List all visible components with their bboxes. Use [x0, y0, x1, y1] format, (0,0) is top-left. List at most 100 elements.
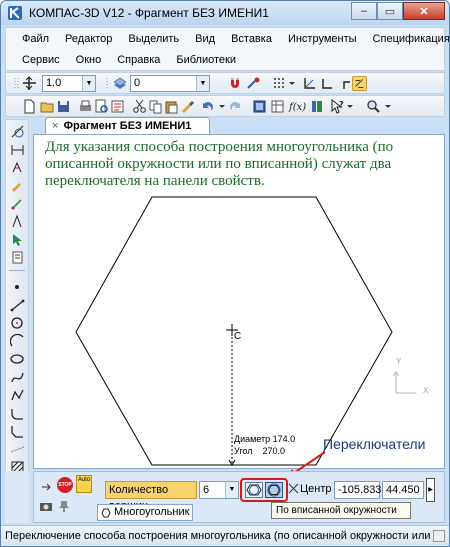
- fillet-icon[interactable]: [10, 406, 25, 421]
- parametric-mode-icon[interactable]: [352, 76, 367, 91]
- polyline-icon[interactable]: [10, 388, 25, 403]
- center-point-label: C: [234, 331, 242, 342]
- center-x-field[interactable]: -105.833: [334, 481, 382, 499]
- center-y-field[interactable]: 44.450: [382, 481, 424, 499]
- chevron-down-icon[interactable]: [384, 99, 392, 114]
- print-icon[interactable]: [78, 99, 93, 114]
- camera-icon[interactable]: [39, 499, 53, 513]
- layers-icon[interactable]: [112, 76, 127, 91]
- circumscribed-circle-toggle[interactable]: [245, 482, 263, 498]
- panel-scroll-right-button[interactable]: ▶: [426, 478, 435, 502]
- measure-icon[interactable]: [10, 214, 25, 229]
- coordinate-axes-icon: [392, 371, 416, 394]
- spline-icon[interactable]: [10, 370, 25, 385]
- document-tab[interactable]: × Фрагмент БЕЗ ИМЕНИ1: [45, 117, 210, 135]
- parametrization-icon[interactable]: [10, 196, 25, 211]
- print-preview-icon[interactable]: [94, 99, 109, 114]
- auto-create-button[interactable]: Auto: [76, 475, 92, 493]
- symbols-icon[interactable]: [10, 160, 25, 175]
- menu-help[interactable]: Справка: [109, 52, 168, 68]
- editing-icon[interactable]: [10, 178, 25, 193]
- variables-icon[interactable]: [270, 99, 285, 114]
- menu-service[interactable]: Сервис: [14, 52, 68, 68]
- compact-panel: [5, 119, 29, 501]
- vertex-count-value: 6: [203, 484, 210, 496]
- cross-icon[interactable]: [288, 483, 299, 494]
- ortho-mode-icon[interactable]: [320, 76, 335, 91]
- chevron-down-icon[interactable]: [218, 99, 226, 114]
- instruction-note: Для указания способа построения многоуго…: [45, 139, 394, 189]
- svg-text:?: ?: [339, 100, 344, 109]
- switches-callout: Переключатели: [323, 436, 426, 452]
- copy-icon[interactable]: [148, 99, 163, 114]
- chevron-down-icon[interactable]: ▼: [225, 482, 238, 498]
- properties-icon[interactable]: [110, 99, 125, 114]
- create-object-icon[interactable]: [39, 479, 55, 495]
- spec-icon[interactable]: [10, 250, 25, 265]
- undo-icon[interactable]: [200, 99, 215, 114]
- standard-toolbar: f(x) ?: [5, 95, 445, 117]
- menu-select[interactable]: Выделить: [120, 31, 187, 47]
- new-document-icon[interactable]: [22, 99, 37, 114]
- vertex-count-field[interactable]: 6 ▼: [199, 481, 239, 499]
- title-bar: КОМПАС-3D V12 - Фрагмент БЕЗ ИМЕНИ1 – ▭ …: [1, 1, 449, 25]
- help-pointer-icon[interactable]: ?: [330, 99, 345, 114]
- local-snap-icon[interactable]: [246, 76, 261, 91]
- tab-close-icon[interactable]: ×: [52, 118, 58, 134]
- svg-text:f(x): f(x): [288, 102, 306, 113]
- point-icon[interactable]: [10, 280, 25, 295]
- menu-file[interactable]: Файл: [14, 31, 57, 47]
- geometry-icon[interactable]: [10, 124, 25, 139]
- diameter-readout: Диаметр 174.0: [234, 434, 296, 444]
- redo-icon[interactable]: [228, 99, 243, 114]
- grid-icon[interactable]: [272, 76, 287, 91]
- menu-view[interactable]: Вид: [187, 31, 223, 47]
- pin-icon[interactable]: [57, 499, 71, 513]
- dimensions-icon[interactable]: [10, 142, 25, 157]
- menu-editor[interactable]: Редактор: [57, 31, 120, 47]
- chevron-down-icon[interactable]: [288, 76, 296, 91]
- menu-specification[interactable]: Спецификация: [365, 31, 449, 47]
- fx-icon[interactable]: f(x): [288, 99, 306, 114]
- step-dropdown[interactable]: 1.0 ▼: [42, 75, 96, 92]
- center-x-value: -105.833: [338, 484, 382, 496]
- format-painter-icon[interactable]: [180, 99, 195, 114]
- current-state-toolbar: 1.0 ▼ 0 ▼: [5, 72, 445, 94]
- cut-icon[interactable]: [132, 99, 147, 114]
- inscribed-circle-toggle[interactable]: [265, 482, 283, 498]
- layer-dropdown[interactable]: 0 ▼: [130, 75, 210, 92]
- ellipse-icon[interactable]: [10, 352, 25, 367]
- circle-tool-icon[interactable]: [10, 316, 25, 331]
- manager-icon[interactable]: [252, 99, 267, 114]
- save-icon[interactable]: [56, 99, 71, 114]
- polygon-panel-tab[interactable]: Многоугольник: [97, 504, 193, 521]
- chevron-down-icon[interactable]: [346, 99, 354, 114]
- arc-icon[interactable]: [10, 334, 25, 349]
- minimize-button[interactable]: –: [351, 2, 377, 20]
- auxiliary-line-icon[interactable]: [10, 442, 25, 457]
- paste-icon[interactable]: [164, 99, 179, 114]
- open-folder-icon[interactable]: [40, 99, 55, 114]
- menu-window[interactable]: Окно: [68, 52, 110, 68]
- tooltip: По вписанной окружности: [271, 502, 411, 519]
- segment-icon[interactable]: [10, 298, 25, 313]
- axis-x-label: X: [423, 386, 429, 395]
- selection-icon[interactable]: [10, 232, 25, 247]
- chevron-down-icon: ▼: [82, 76, 95, 91]
- library-icon[interactable]: [310, 99, 325, 114]
- center-y-value: 44.450: [386, 484, 420, 496]
- menu-libraries[interactable]: Библиотеки: [168, 52, 244, 68]
- restore-button[interactable]: ▭: [377, 2, 403, 20]
- zoom-icon[interactable]: [366, 99, 381, 114]
- chevron-down-icon: ▼: [196, 76, 209, 91]
- stop-button[interactable]: STOP: [57, 477, 73, 493]
- chamfer-icon[interactable]: [10, 424, 25, 439]
- axis-y-label: Y: [396, 357, 402, 366]
- magnet-snap-icon[interactable]: [228, 76, 243, 91]
- close-button[interactable]: ✕: [403, 2, 445, 20]
- angle-readout: Угол 270.0: [234, 446, 285, 456]
- menu-tools[interactable]: Инструменты: [280, 31, 365, 47]
- coordinate-system-icon[interactable]: [302, 76, 317, 91]
- menu-insert[interactable]: Вставка: [223, 31, 280, 47]
- snap-step-icon[interactable]: [22, 76, 37, 91]
